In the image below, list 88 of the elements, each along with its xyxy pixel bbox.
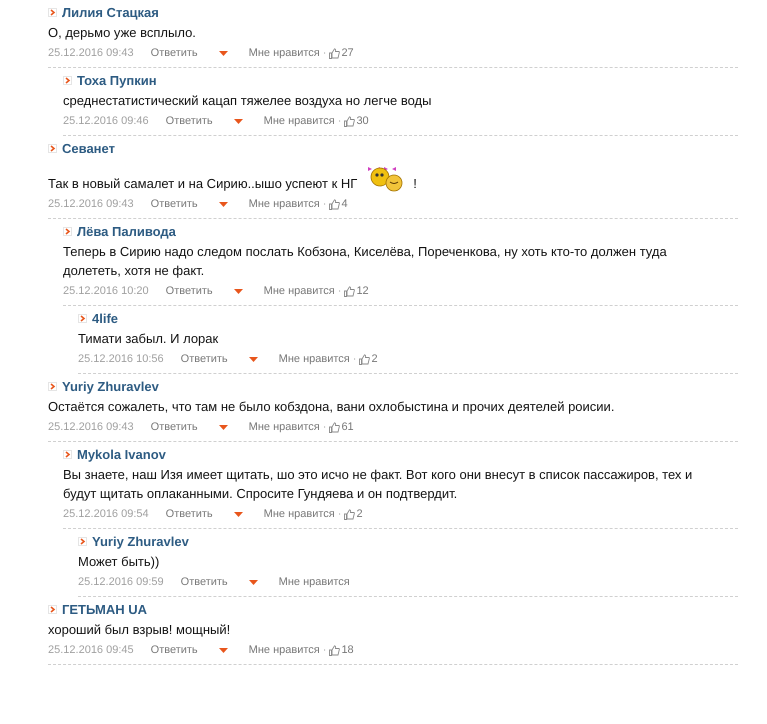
reply-link[interactable]: Ответить — [150, 421, 198, 433]
reply-link[interactable]: Ответить — [166, 285, 213, 297]
like-link[interactable]: Мне нравится — [264, 508, 335, 520]
like-count: 18 — [341, 644, 354, 656]
comment-text: О, дерьмо уже всплыло. — [48, 24, 196, 42]
thumbs-up-icon — [329, 644, 340, 656]
comment-date: 25.12.2016 10:20 — [63, 285, 149, 297]
reply-link[interactable]: Ответить — [166, 115, 213, 127]
comment-date: 25.12.2016 10:56 — [78, 353, 164, 365]
thumbs-up-icon — [329, 48, 340, 58]
like-link[interactable]: Мне нравится — [278, 353, 350, 365]
chevron-icon — [48, 382, 57, 390]
comment-date: 25.12.2016 09:54 — [63, 508, 149, 520]
comment-text: Тимати забыл. И лорак — [78, 330, 218, 348]
author-link[interactable]: 4life — [92, 310, 118, 326]
chevron-icon — [48, 144, 57, 152]
caret-icon[interactable] — [234, 512, 243, 516]
author-link[interactable]: Лёва Паливода — [77, 224, 176, 238]
reply-link[interactable]: Ответить — [150, 198, 198, 210]
thumbs-up-icon — [344, 116, 356, 126]
author-link[interactable]: Лилия Стацкая — [62, 4, 159, 20]
like-link[interactable]: Мне нравится — [264, 115, 335, 127]
separator-dot: · — [322, 198, 326, 210]
thumbs-up-icon — [359, 354, 370, 364]
like-count: 12 — [356, 285, 369, 297]
caret-icon[interactable] — [218, 424, 228, 430]
chevron-icon — [63, 226, 72, 236]
author-link[interactable]: Севанет — [62, 140, 115, 156]
chevron-icon — [63, 450, 72, 458]
caret-icon[interactable] — [218, 648, 228, 652]
chevron-icon — [63, 76, 72, 84]
comment-text: ! — [413, 175, 417, 193]
chevron-icon — [78, 314, 87, 322]
comment-date: 25.12.2016 09:46 — [63, 115, 149, 127]
reply-link[interactable]: Ответить — [166, 508, 213, 520]
comment-text: хороший был взрыв! мощный! — [48, 621, 230, 639]
chevron-icon — [78, 536, 87, 546]
author-link[interactable]: Тоха Пупкин — [77, 72, 157, 88]
like-count: 4 — [341, 198, 348, 210]
comment-text: Вы знаете, наш Изя имеет щитать, шо это исчо не факт. Вот кого они внесут в список пассажиров, тех и будут щитать оплаканными. Спросите Гундяева и он подтвердит. — [63, 466, 694, 503]
comment-text: Остаётся сожалеть, что там не было кобздона, вани охлобыстина и прочих деятелей роисии. — [48, 398, 614, 416]
thumbs-up-icon — [344, 508, 356, 520]
comment-date: 25.12.2016 09:59 — [78, 576, 164, 588]
like-link[interactable]: Мне нравится — [278, 576, 350, 588]
separator-dot: · — [322, 421, 326, 433]
like-link[interactable]: Мне нравится — [248, 47, 320, 59]
comment-date: 25.12.2016 09:43 — [48, 198, 134, 210]
caret-icon[interactable] — [218, 202, 228, 206]
like-count: 2 — [371, 353, 378, 365]
caret-icon[interactable] — [248, 356, 258, 362]
reply-link[interactable]: Ответить — [150, 47, 198, 59]
caret-icon[interactable] — [248, 580, 258, 584]
author-link[interactable]: Mykola Ivanov — [77, 446, 166, 462]
author-link[interactable]: Yuriy Zhuravlev — [92, 534, 189, 548]
caret-icon[interactable] — [234, 118, 243, 124]
thumbs-up-icon — [329, 198, 340, 210]
thumbs-up-icon — [329, 422, 340, 432]
reply-link[interactable]: Ответить — [180, 353, 228, 365]
separator-dot: · — [338, 115, 342, 127]
like-count: 61 — [341, 421, 354, 433]
like-count: 27 — [341, 47, 354, 59]
separator-dot: · — [352, 353, 356, 365]
separator-dot: · — [322, 644, 326, 656]
comment-date: 25.12.2016 09:43 — [48, 421, 134, 433]
chevron-icon — [48, 8, 57, 16]
author-link[interactable]: ГЕТЬМАН UA — [62, 602, 147, 616]
caret-icon[interactable] — [218, 50, 228, 56]
comment-text: Теперь в Сирию надо следом послать Кобзона, Киселёва, Пореченкова, ну хоть кто-то должен туда долететь, хотя не факт. — [63, 243, 668, 280]
like-count: 30 — [356, 115, 369, 127]
thumbs-up-icon — [344, 286, 356, 296]
reply-link[interactable]: Ответить — [180, 576, 228, 588]
separator-dot: · — [338, 285, 342, 297]
comment-text: Может быть)) — [78, 553, 160, 571]
comment-date: 25.12.2016 09:43 — [48, 47, 134, 59]
comment-date: 25.12.2016 09:45 — [48, 644, 134, 656]
like-link[interactable]: Мне нравится — [264, 285, 335, 297]
like-count: 2 — [356, 508, 363, 520]
comment-text: среднестатистический кацап тяжелее воздуха но легче воды — [63, 92, 432, 110]
like-link[interactable]: Мне нравится — [248, 644, 320, 656]
separator-dot: · — [322, 47, 326, 59]
caret-icon[interactable] — [234, 288, 243, 294]
reply-link[interactable]: Ответить — [150, 644, 198, 656]
like-link[interactable]: Мне нравится — [248, 198, 320, 210]
like-link[interactable]: Мне нравится — [248, 421, 320, 433]
comment-text: Так в новый самалет и на Сирию..ышо успеют к НГ — [48, 175, 358, 193]
chevron-icon — [48, 604, 57, 614]
separator-dot: · — [338, 508, 342, 520]
author-link[interactable]: Yuriy Zhuravlev — [62, 378, 159, 394]
